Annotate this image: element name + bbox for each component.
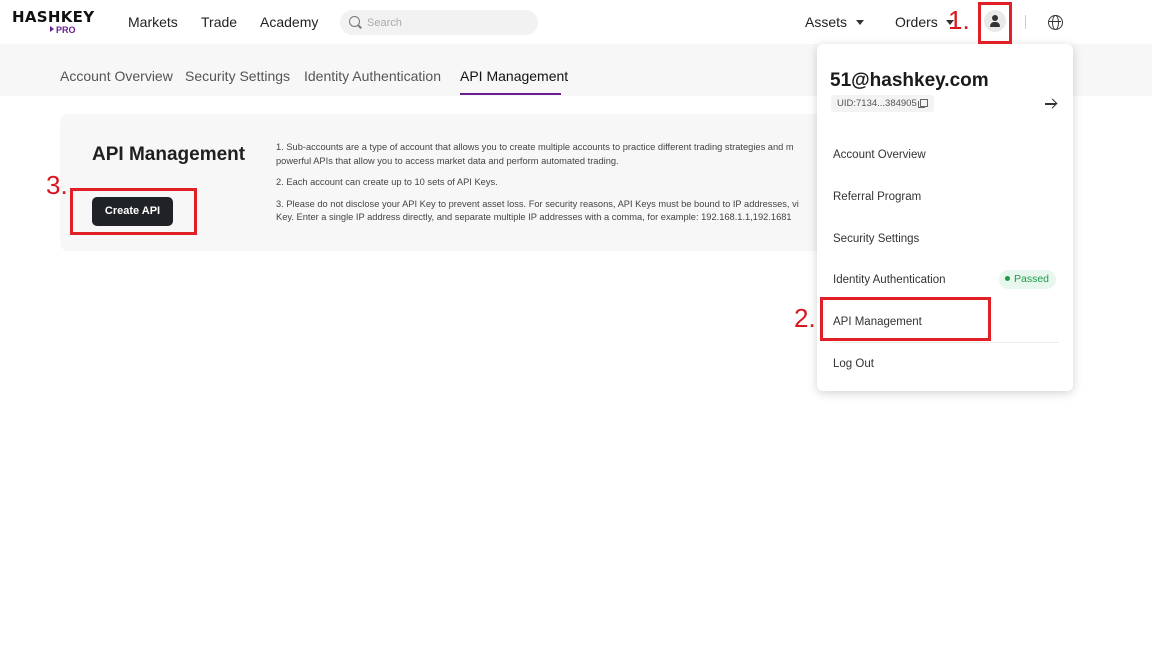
user-email: 51@hashkey.com	[830, 70, 989, 91]
note-1a: 1. Sub-accounts are a type of account th…	[276, 142, 794, 152]
note-2: 2. Each account can create up to 10 sets…	[276, 177, 498, 187]
annotation-box-3	[70, 188, 197, 235]
tab-identity-authentication[interactable]: Identity Authentication	[304, 68, 441, 84]
annotation-box-2	[820, 297, 991, 341]
note-3b: Key. Enter a single IP address directly,…	[276, 212, 792, 222]
nav-markets[interactable]: Markets	[128, 14, 178, 30]
annotation-box-1	[978, 2, 1012, 44]
menu-account-overview[interactable]: Account Overview	[833, 149, 926, 161]
copy-icon[interactable]	[917, 99, 928, 108]
nav-assets[interactable]: Assets	[805, 14, 847, 30]
note-3a: 3. Please do not disclose your API Key t…	[276, 198, 799, 209]
hashkey-pro-logo[interactable]: HASHKEY PRO	[12, 8, 98, 38]
search-input[interactable]	[367, 14, 527, 31]
menu-security-settings[interactable]: Security Settings	[833, 233, 919, 245]
header-divider	[1025, 15, 1026, 29]
tab-api-management[interactable]: API Management	[460, 68, 568, 84]
nav-academy[interactable]: Academy	[260, 14, 318, 30]
nav-trade[interactable]: Trade	[201, 14, 237, 30]
menu-divider	[833, 342, 1059, 343]
logo-sub: PRO	[50, 25, 76, 35]
logo-text: HASHKEY	[12, 8, 95, 26]
search-icon	[349, 16, 360, 27]
globe-icon[interactable]	[1048, 15, 1063, 30]
menu-referral-program[interactable]: Referral Program	[833, 191, 921, 203]
search-box[interactable]	[340, 10, 538, 35]
nav-orders[interactable]: Orders	[895, 14, 938, 30]
chevron-down-icon[interactable]	[856, 20, 864, 25]
arrow-right-icon[interactable]	[1045, 103, 1056, 105]
tab-account-overview[interactable]: Account Overview	[60, 68, 173, 84]
status-badge: Passed	[999, 270, 1057, 289]
api-notes: 1. Sub-accounts are a type of account th…	[276, 141, 876, 233]
annotation-label-1: 1.	[948, 5, 970, 35]
user-uid[interactable]: UID:7134...384905	[831, 95, 934, 112]
menu-identity-authentication[interactable]: Identity Authentication	[833, 274, 946, 286]
annotation-label-2: 2.	[794, 303, 816, 333]
menu-log-out[interactable]: Log Out	[833, 358, 874, 370]
page-title: API Management	[92, 144, 246, 165]
annotation-label-3: 3.	[46, 170, 68, 200]
active-tab-indicator	[460, 93, 561, 95]
tab-security-settings[interactable]: Security Settings	[185, 68, 290, 84]
note-1b: powerful APIs that allow you to access m…	[276, 155, 619, 166]
